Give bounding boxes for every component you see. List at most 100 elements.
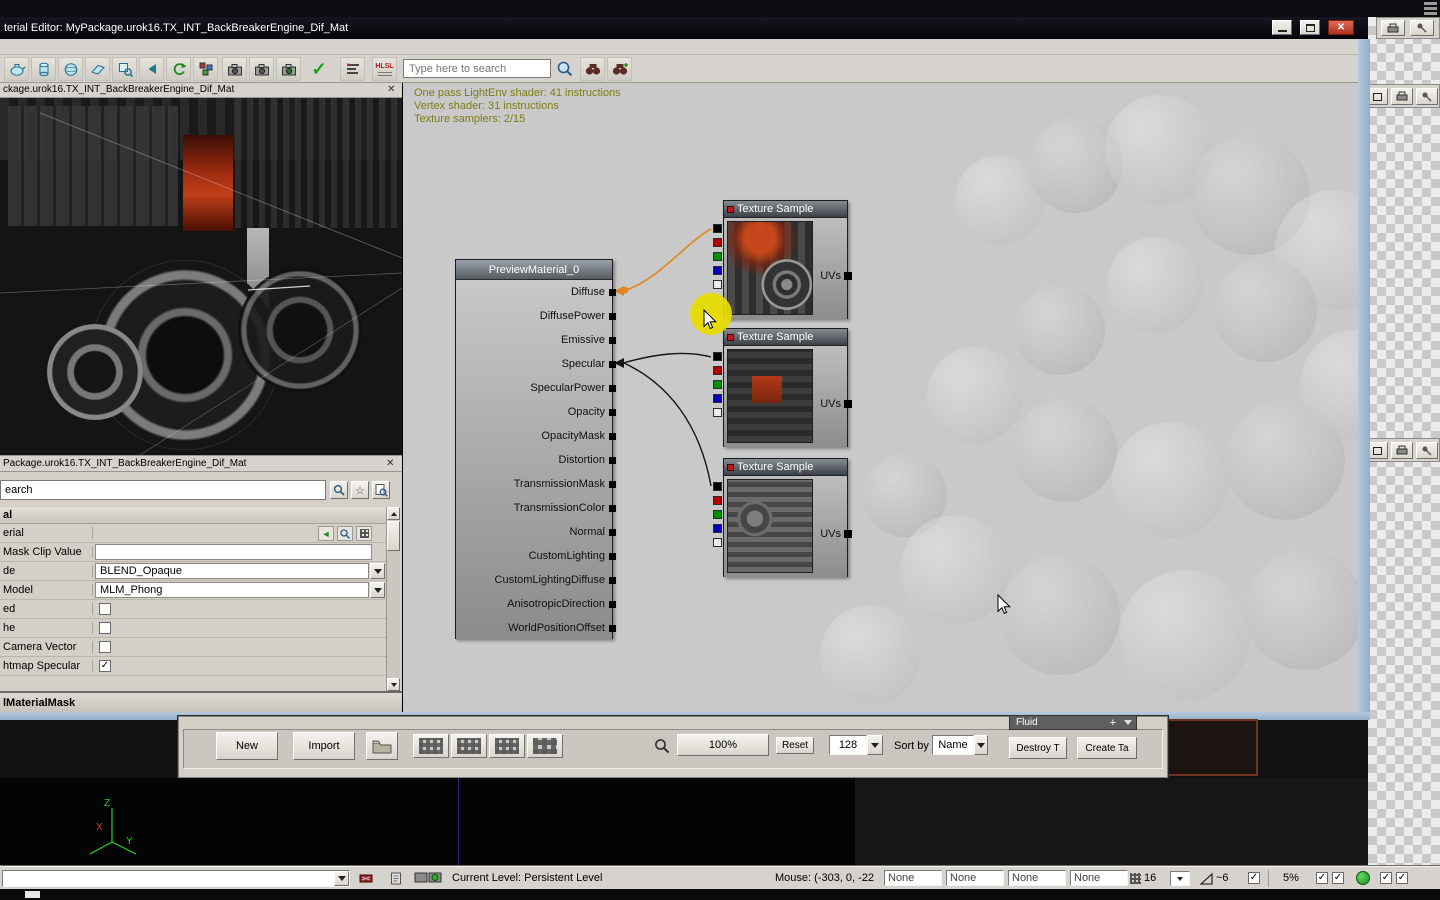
preview-teapot-button[interactable]: [4, 57, 29, 81]
preview-panel-titlebar[interactable]: ckage.urok16.TX_INT_BackBreakerEngine_Di…: [0, 83, 402, 98]
input-distortion[interactable]: Distortion: [456, 448, 616, 472]
status-field-3[interactable]: None: [1008, 870, 1066, 886]
output-pins[interactable]: [713, 224, 722, 289]
maximize-button[interactable]: [1300, 20, 1320, 35]
input-pin[interactable]: [609, 312, 616, 320]
camera-sync-button[interactable]: [249, 57, 274, 81]
input-diffuse[interactable]: Diffuse: [456, 280, 616, 304]
preview-cylinder-button[interactable]: [31, 57, 56, 81]
import-button[interactable]: Import: [293, 732, 355, 760]
zoom-percent-value[interactable]: 5%: [1283, 867, 1299, 890]
kismet-button[interactable]: [358, 871, 374, 886]
level-viewport[interactable]: Z X Y: [0, 778, 855, 866]
plus-icon[interactable]: +: [1110, 717, 1116, 729]
thumbnail-view-button[interactable]: [489, 734, 525, 758]
checkbox-checked[interactable]: ✓: [99, 660, 111, 672]
scroll-down-button[interactable]: [387, 678, 400, 691]
apply-changes-button[interactable]: ✓: [306, 57, 332, 81]
input-pin[interactable]: [609, 336, 616, 344]
find-button[interactable]: [580, 57, 605, 81]
create-tag-button[interactable]: Create Ta: [1077, 737, 1137, 759]
status-checkbox[interactable]: ✓: [1316, 872, 1328, 884]
red-pin[interactable]: [713, 238, 722, 247]
input-anisotropicdirection[interactable]: AnisotropicDirection: [456, 592, 616, 616]
input-pin[interactable]: [609, 456, 616, 464]
property-row-camera-vector[interactable]: Camera Vector: [0, 638, 386, 657]
printer-button[interactable]: [1391, 442, 1413, 459]
search-go-button[interactable]: [554, 58, 576, 80]
pin-button[interactable]: [1416, 442, 1438, 459]
show-grid-button[interactable]: [356, 526, 372, 541]
node-header[interactable]: Texture Sample: [724, 201, 847, 218]
back-button[interactable]: [139, 57, 164, 81]
red-pin[interactable]: [713, 496, 722, 505]
alpha-pin[interactable]: [713, 280, 722, 289]
input-pin[interactable]: [609, 480, 616, 488]
close-icon[interactable]: ✕: [387, 84, 395, 95]
input-specularpower[interactable]: SpecularPower: [456, 376, 616, 400]
status-field-1[interactable]: None: [884, 870, 942, 886]
status-checkbox[interactable]: ✓: [1248, 872, 1260, 884]
property-row-material[interactable]: erial ◄: [0, 524, 386, 543]
input-opacity[interactable]: Opacity: [456, 400, 616, 424]
property-row-two-sided[interactable]: ed: [0, 600, 386, 619]
input-transmissioncolor[interactable]: TransmissionColor: [456, 496, 616, 520]
close-button[interactable]: ✕: [1328, 20, 1354, 35]
level-combo-dropdown-button[interactable]: [334, 871, 349, 886]
preview-material-node[interactable]: PreviewMaterial_0 Diffuse DiffusePower E…: [455, 259, 616, 640]
properties-search-button[interactable]: [330, 481, 348, 499]
texture-sample-node-1[interactable]: Texture Sample UVs: [713, 200, 852, 319]
status-field-2[interactable]: None: [946, 870, 1004, 886]
reset-button[interactable]: Reset: [776, 737, 814, 754]
property-row-lightmap-specular[interactable]: htmap Specular ✓: [0, 657, 386, 676]
input-pin[interactable]: [609, 288, 616, 296]
printer-button[interactable]: [1381, 20, 1405, 36]
property-row-lighting-model[interactable]: Model MLM_Phong: [0, 581, 386, 600]
properties-scrollbar[interactable]: [386, 507, 400, 691]
rgb-pin[interactable]: [713, 224, 722, 233]
status-checkbox[interactable]: ✓: [1396, 872, 1408, 884]
preview-sphere-button[interactable]: [58, 57, 83, 81]
camera-capture-button[interactable]: [276, 57, 301, 81]
rgb-pin[interactable]: [713, 482, 722, 491]
blend-mode-dropdown-button[interactable]: [370, 563, 385, 579]
advanced-search-button[interactable]: [372, 481, 390, 499]
input-pin[interactable]: [609, 384, 616, 392]
material-preview-viewport[interactable]: [0, 98, 402, 455]
texture-sample-node-2[interactable]: Texture Sample UVs: [713, 328, 852, 447]
snap-dropdown[interactable]: [1170, 871, 1190, 886]
find-next-button[interactable]: [607, 57, 632, 81]
blue-pin[interactable]: [713, 524, 722, 533]
checkbox[interactable]: [99, 622, 111, 634]
input-pin[interactable]: [609, 504, 616, 512]
script-button[interactable]: [388, 871, 404, 886]
level-combo[interactable]: [2, 870, 350, 887]
build-status-icon[interactable]: [1356, 871, 1370, 885]
blue-pin[interactable]: [713, 266, 722, 275]
input-customlighting[interactable]: CustomLighting: [456, 544, 616, 568]
scroll-up-button[interactable]: [387, 507, 400, 520]
blend-mode-select[interactable]: BLEND_Opaque: [95, 563, 369, 579]
new-button[interactable]: New: [216, 732, 278, 760]
input-customlightingdiffuse[interactable]: CustomLightingDiffuse: [456, 568, 616, 592]
grid-snap-value[interactable]: 16: [1144, 867, 1156, 890]
input-pin[interactable]: [609, 576, 616, 584]
input-pin[interactable]: [609, 528, 616, 536]
input-opacitymask[interactable]: OpacityMask: [456, 424, 616, 448]
mask-clip-value-field[interactable]: [95, 544, 372, 560]
sort-select[interactable]: Name: [932, 735, 974, 755]
fluid-tab[interactable]: Fluid +: [1009, 715, 1137, 730]
output-pins[interactable]: [713, 482, 722, 547]
properties-titlebar[interactable]: Package.urok16.TX_INT_BackBreakerEngine_…: [0, 456, 402, 472]
input-diffusepower[interactable]: DiffusePower: [456, 304, 616, 328]
node-header[interactable]: Texture Sample: [724, 459, 847, 476]
red-pin[interactable]: [713, 366, 722, 375]
refresh-button[interactable]: [166, 57, 191, 81]
properties-search-input[interactable]: [0, 480, 326, 500]
lighting-model-select[interactable]: MLM_Phong: [95, 582, 369, 598]
list-view-button[interactable]: [413, 734, 449, 758]
input-emissive[interactable]: Emissive: [456, 328, 616, 352]
status-checkbox[interactable]: ✓: [1332, 872, 1344, 884]
pin-button[interactable]: [1410, 20, 1434, 36]
toolbar-search-input[interactable]: [403, 59, 551, 78]
